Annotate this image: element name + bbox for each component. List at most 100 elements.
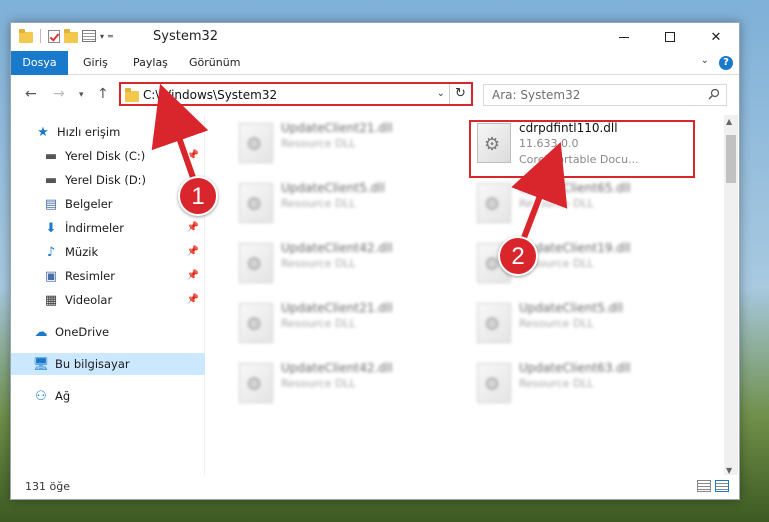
- file-item[interactable]: UpdateClient5.dll Resource DLL: [233, 175, 453, 231]
- qat-customize-icon[interactable]: ═: [108, 32, 113, 41]
- address-path[interactable]: C:\Windows\System32: [143, 88, 277, 102]
- dll-file-icon: [239, 363, 273, 403]
- sidebar-item-onedrive[interactable]: ☁ OneDrive: [11, 321, 205, 343]
- address-dropdown-icon[interactable]: ⌄: [437, 88, 445, 99]
- scroll-down-icon[interactable]: ▼: [726, 466, 732, 475]
- properties-check-icon[interactable]: [48, 29, 60, 43]
- file-name: UpdateClient21.dll: [281, 301, 393, 315]
- close-button[interactable]: ✕: [693, 23, 739, 51]
- recent-locations-icon[interactable]: ▾: [79, 90, 84, 100]
- tab-file[interactable]: Dosya: [11, 51, 68, 75]
- file-type: Resource DLL: [281, 377, 356, 390]
- file-item[interactable]: UpdateClient63.dll Resource DLL: [471, 355, 691, 411]
- file-name: UpdateClient42.dll: [281, 361, 393, 375]
- minimize-icon: [619, 36, 629, 38]
- dll-file-icon: [477, 183, 511, 223]
- sidebar-item-music[interactable]: ♪ Müzik 📌: [11, 241, 205, 263]
- folder-icon: [125, 88, 139, 102]
- tab-share[interactable]: Paylaş: [123, 51, 178, 75]
- qat-dropdown-icon[interactable]: ▾: [100, 32, 104, 41]
- star-icon: ★: [37, 124, 49, 140]
- sidebar-item-pictures[interactable]: ▣ Resimler 📌: [11, 265, 205, 287]
- sidebar-item-this-pc[interactable]: 🖥 Bu bilgisayar: [11, 353, 205, 375]
- tab-view[interactable]: Görünüm: [179, 51, 250, 75]
- file-type: Resource DLL: [519, 377, 594, 390]
- help-button[interactable]: ?: [719, 56, 733, 70]
- close-icon: ✕: [710, 29, 722, 45]
- sidebar-item-documents[interactable]: ▤ Belgeler: [11, 193, 205, 215]
- search-icon[interactable]: [708, 88, 720, 100]
- search-box[interactable]: Ara: System32: [483, 84, 727, 106]
- scroll-thumb[interactable]: [726, 135, 736, 183]
- file-name: UpdateClient5.dll: [519, 301, 623, 315]
- tab-home[interactable]: Giriş: [73, 51, 118, 75]
- sidebar-item-disk-c[interactable]: ▬ Yerel Disk (C:) 📌: [11, 145, 205, 167]
- file-type: Resource DLL: [281, 257, 356, 270]
- document-icon: ▤: [44, 196, 58, 212]
- file-item[interactable]: UpdateClient21.dll Resource DLL: [233, 295, 453, 351]
- back-arrow-icon[interactable]: ←: [25, 86, 37, 102]
- customize-icon[interactable]: [82, 30, 96, 42]
- maximize-icon: [665, 32, 675, 42]
- network-icon: ⚇: [35, 388, 47, 404]
- download-icon: ⬇: [45, 220, 57, 236]
- sidebar-item-label: Müzik: [65, 245, 99, 259]
- item-count: 131 öğe: [25, 480, 70, 493]
- sidebar-item-videos[interactable]: ▦ Videolar 📌: [11, 289, 205, 311]
- pin-icon[interactable]: 📌: [187, 246, 199, 257]
- file-item[interactable]: UpdateClient65.dll Resource DLL: [471, 175, 691, 231]
- quick-access-toolbar: ▾ ═: [19, 28, 113, 43]
- pin-icon[interactable]: 📌: [187, 294, 199, 305]
- sidebar-item-quick-access[interactable]: ★ Hızlı erişim: [11, 121, 205, 143]
- vertical-scrollbar[interactable]: ▲ ▼: [724, 115, 738, 477]
- expand-ribbon-icon[interactable]: ⌄: [701, 55, 709, 66]
- file-item[interactable]: UpdateClient5.dll Resource DLL: [471, 295, 691, 351]
- file-name: UpdateClient5.dll: [281, 181, 385, 195]
- music-icon: ♪: [46, 244, 56, 260]
- scroll-up-icon[interactable]: ▲: [726, 117, 732, 126]
- details-view-icon[interactable]: [697, 480, 711, 492]
- file-item[interactable]: UpdateClient42.dll Resource DLL: [233, 235, 453, 291]
- search-placeholder: Ara: System32: [492, 88, 581, 102]
- sidebar-item-label: Resimler: [65, 269, 115, 283]
- separator: [40, 29, 41, 43]
- sidebar-item-disk-d[interactable]: ▬ Yerel Disk (D:): [11, 169, 205, 191]
- sidebar-item-label: Yerel Disk (D:): [65, 173, 147, 187]
- drive-icon: ▬: [44, 148, 58, 164]
- tiles-view-icon[interactable]: [715, 480, 729, 492]
- navigation-bar: ← → ▾ ↑ C:\Windows\System32 ⌄ ↻ Ara: Sys…: [11, 76, 739, 112]
- annotation-badge-2: 2: [498, 236, 538, 276]
- drive-icon: ▬: [44, 172, 58, 188]
- minimize-button[interactable]: [601, 23, 647, 51]
- up-arrow-icon[interactable]: ↑: [97, 86, 109, 102]
- video-icon: ▦: [44, 292, 58, 308]
- address-bar[interactable]: C:\Windows\System32 ⌄ ↻: [119, 82, 473, 106]
- pin-icon[interactable]: 📌: [187, 222, 199, 233]
- view-switcher: [697, 480, 729, 492]
- file-name: UpdateClient21.dll: [281, 121, 393, 135]
- refresh-button[interactable]: ↻: [449, 84, 471, 104]
- file-highlight-box: [469, 120, 695, 178]
- window-title: System32: [153, 29, 219, 44]
- computer-icon: 🖥: [32, 356, 50, 372]
- pictures-icon: ▣: [44, 268, 58, 284]
- annotation-badge-1: 1: [178, 176, 218, 216]
- sidebar-item-network[interactable]: ⚇ Ağ: [11, 385, 205, 407]
- new-folder-icon[interactable]: [64, 28, 78, 43]
- pin-icon[interactable]: 📌: [187, 270, 199, 281]
- explorer-window: ▾ ═ System32 ✕ Dosya Giriş Paylaş Görünü…: [10, 22, 740, 500]
- file-name: UpdateClient42.dll: [281, 241, 393, 255]
- maximize-button[interactable]: [647, 23, 693, 51]
- dll-file-icon: [477, 363, 511, 403]
- dll-file-icon: [477, 303, 511, 343]
- title-bar: ▾ ═ System32 ✕: [11, 23, 739, 51]
- file-item[interactable]: UpdateClient21.dll Resource DLL: [233, 115, 453, 171]
- status-bar: 131 öğe: [11, 475, 739, 499]
- forward-arrow-icon[interactable]: →: [53, 86, 65, 102]
- sidebar-item-label: İndirmeler: [65, 221, 124, 235]
- file-item[interactable]: UpdateClient42.dll Resource DLL: [233, 355, 453, 411]
- sidebar-item-label: Hızlı erişim: [57, 125, 121, 139]
- pin-icon[interactable]: 📌: [187, 150, 199, 161]
- sidebar-item-downloads[interactable]: ⬇ İndirmeler 📌: [11, 217, 205, 239]
- file-type: Resource DLL: [519, 317, 594, 330]
